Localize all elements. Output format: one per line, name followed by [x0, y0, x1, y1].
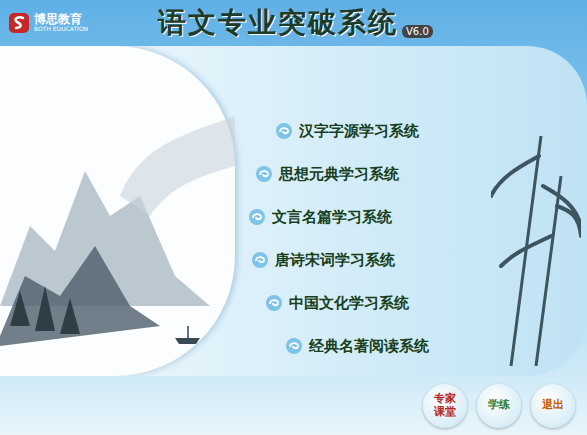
logo-name: 博思教育 — [34, 13, 88, 26]
footer-button[interactable]: 退出 — [531, 384, 575, 428]
swirl-icon — [248, 208, 266, 226]
main-panel: 汉字字源学习系统思想元典学习系统文言名篇学习系统唐诗宋词学习系统中国文化学习系统… — [0, 46, 587, 376]
landscape-icon — [0, 76, 235, 376]
footer-button[interactable]: 学练 — [477, 384, 521, 428]
swirl-icon — [255, 165, 273, 183]
swirl-icon — [275, 122, 293, 140]
version-badge: V6.0 — [402, 25, 433, 38]
brand-icon — [8, 12, 30, 34]
header: 博思教育BOTH EDUCATION 语文专业突破系统 V6.0 — [0, 0, 587, 46]
footer-button[interactable]: 专家课堂 — [423, 384, 467, 428]
swirl-icon — [285, 337, 303, 355]
menu-item[interactable]: 思想元典学习系统 — [255, 164, 491, 184]
landscape-painting — [0, 46, 235, 376]
app-title: 语文专业突破系统 — [158, 4, 398, 42]
swirl-icon — [251, 251, 269, 269]
swirl-icon — [265, 294, 283, 312]
menu-item[interactable]: 经典名著阅读系统 — [285, 336, 491, 356]
logo-subtitle: BOTH EDUCATION — [34, 26, 88, 33]
menu-item[interactable]: 汉字字源学习系统 — [275, 121, 491, 141]
menu-item[interactable]: 文言名篇学习系统 — [248, 207, 491, 227]
footer: 专家课堂学练退出 — [0, 376, 587, 435]
bamboo-icon — [491, 116, 581, 366]
menu-item[interactable]: 唐诗宋词学习系统 — [251, 250, 491, 270]
logo: 博思教育BOTH EDUCATION — [8, 12, 118, 34]
start-screen: 博思教育BOTH EDUCATION 语文专业突破系统 V6.0 汉字字源学习系统思想… — [0, 0, 587, 435]
menu-item[interactable]: 中国文化学习系统 — [265, 293, 491, 313]
menu: 汉字字源学习系统思想元典学习系统文言名篇学习系统唐诗宋词学习系统中国文化学习系统… — [235, 46, 491, 376]
